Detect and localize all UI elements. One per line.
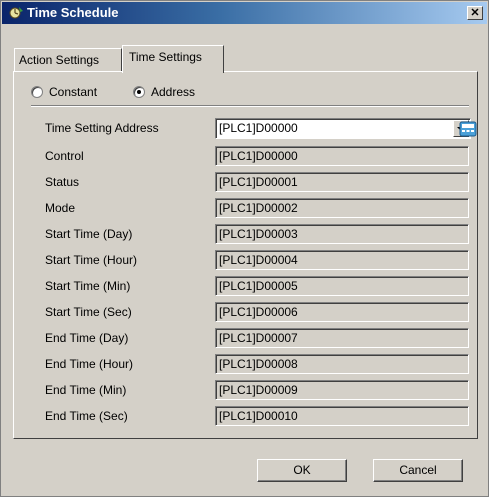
start-min-field: [PLC1]D00005 bbox=[215, 276, 469, 296]
tab-time-settings[interactable]: Time Settings bbox=[122, 45, 224, 73]
start-day-value: [PLC1]D00003 bbox=[219, 227, 298, 241]
start-day-field: [PLC1]D00003 bbox=[215, 224, 469, 244]
start-hour-label: Start Time (Hour) bbox=[45, 253, 138, 267]
end-hour-label: End Time (Hour) bbox=[45, 357, 134, 371]
end-min-label: End Time (Min) bbox=[45, 383, 127, 397]
address-radio[interactable]: Address bbox=[133, 85, 195, 99]
constant-radio[interactable]: Constant bbox=[31, 85, 97, 99]
end-min-value: [PLC1]D00009 bbox=[219, 383, 298, 397]
time-setting-address-label: Time Setting Address bbox=[45, 121, 159, 135]
end-sec-value: [PLC1]D00010 bbox=[219, 409, 298, 423]
end-sec-field: [PLC1]D00010 bbox=[215, 406, 469, 426]
start-min-value: [PLC1]D00005 bbox=[219, 279, 298, 293]
mode-label: Mode bbox=[45, 201, 76, 215]
tab-time-settings-label: Time Settings bbox=[129, 50, 202, 64]
mode-value: [PLC1]D00002 bbox=[219, 201, 298, 215]
end-sec-label: End Time (Sec) bbox=[45, 409, 128, 423]
control-field: [PLC1]D00000 bbox=[215, 146, 469, 166]
end-day-field: [PLC1]D00007 bbox=[215, 328, 469, 348]
address-radio-label: Address bbox=[151, 85, 196, 99]
control-value: [PLC1]D00000 bbox=[219, 149, 298, 163]
keypad-icon[interactable] bbox=[459, 120, 477, 138]
start-sec-value: [PLC1]D00006 bbox=[219, 305, 298, 319]
end-hour-value: [PLC1]D00008 bbox=[219, 357, 298, 371]
ok-button-label: OK bbox=[293, 463, 311, 477]
start-sec-field: [PLC1]D00006 bbox=[215, 302, 469, 322]
status-label: Status bbox=[45, 175, 80, 189]
close-button[interactable]: ✕ bbox=[467, 6, 483, 20]
end-hour-field: [PLC1]D00008 bbox=[215, 354, 469, 374]
start-day-label: Start Time (Day) bbox=[45, 227, 133, 241]
window-title: Time Schedule bbox=[27, 5, 119, 20]
title-bar[interactable]: Time Schedule ✕ bbox=[2, 2, 487, 24]
start-hour-value: [PLC1]D00004 bbox=[219, 253, 298, 267]
close-icon: ✕ bbox=[470, 7, 480, 19]
time-setting-address-combo[interactable]: [PLC1]D00000 bbox=[215, 118, 471, 139]
cancel-button[interactable]: Cancel bbox=[373, 459, 463, 482]
constant-radio-label: Constant bbox=[49, 85, 98, 99]
start-sec-label: Start Time (Sec) bbox=[45, 305, 132, 319]
time-setting-address-value: [PLC1]D00000 bbox=[219, 121, 298, 135]
tab-action-settings[interactable]: Action Settings bbox=[14, 48, 122, 72]
cancel-button-label: Cancel bbox=[399, 463, 437, 477]
tab-action-settings-label: Action Settings bbox=[19, 53, 100, 67]
schedule-app-icon bbox=[8, 5, 24, 21]
time-schedule-dialog: Time Schedule ✕ Action Settings Time Set… bbox=[0, 0, 489, 497]
control-label: Control bbox=[45, 149, 84, 163]
status-field: [PLC1]D00001 bbox=[215, 172, 469, 192]
status-value: [PLC1]D00001 bbox=[219, 175, 298, 189]
ok-button[interactable]: OK bbox=[257, 459, 347, 482]
separator bbox=[31, 105, 469, 107]
radio-checked-icon bbox=[133, 86, 145, 98]
start-hour-field: [PLC1]D00004 bbox=[215, 250, 469, 270]
mode-field: [PLC1]D00002 bbox=[215, 198, 469, 218]
end-day-label: End Time (Day) bbox=[45, 331, 129, 345]
end-day-value: [PLC1]D00007 bbox=[219, 331, 298, 345]
start-min-label: Start Time (Min) bbox=[45, 279, 131, 293]
end-min-field: [PLC1]D00009 bbox=[215, 380, 469, 400]
radio-unchecked-icon bbox=[31, 86, 43, 98]
